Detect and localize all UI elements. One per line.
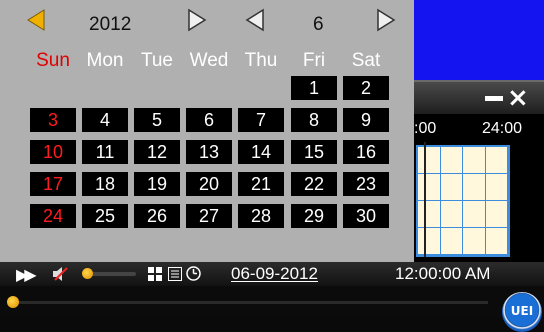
- grid-cell[interactable]: [440, 228, 463, 255]
- year-value: 2012: [89, 14, 132, 35]
- time-cursor-line: [424, 142, 426, 257]
- grid-cell[interactable]: [463, 147, 486, 174]
- grid-cell[interactable]: [485, 201, 508, 228]
- status-bar: ▶▶ 06-09-2012 12:00:00 AM: [0, 262, 544, 286]
- playback-track[interactable]: [8, 301, 488, 304]
- day-cell[interactable]: 24: [30, 204, 76, 228]
- weekday-wed: Wed: [189, 50, 229, 71]
- day-cell[interactable]: 6: [186, 108, 232, 132]
- logo-icon: UEI: [502, 292, 542, 332]
- day-cell[interactable]: 30: [343, 204, 389, 228]
- background-blue-panel: [414, 0, 544, 80]
- weekday-tue: Tue: [140, 50, 174, 71]
- day-cell[interactable]: 3: [30, 108, 76, 132]
- volume-knob[interactable]: [82, 268, 93, 279]
- month-prev-icon[interactable]: [245, 8, 265, 32]
- day-cell[interactable]: 23: [343, 172, 389, 196]
- list-icon[interactable]: [168, 267, 182, 281]
- grid-cell[interactable]: [418, 147, 441, 174]
- day-cell[interactable]: 7: [238, 108, 284, 132]
- weekday-thu: Thu: [244, 50, 278, 71]
- year-prev-icon[interactable]: [26, 8, 46, 32]
- grid-cell[interactable]: [485, 147, 508, 174]
- day-cell[interactable]: 22: [291, 172, 337, 196]
- day-cell[interactable]: 27: [186, 204, 232, 228]
- weekday-fri: Fri: [302, 50, 326, 71]
- logo-text: UEI: [510, 304, 534, 318]
- day-cell[interactable]: 12: [134, 140, 180, 164]
- grid-cell[interactable]: [440, 201, 463, 228]
- day-cell[interactable]: 16: [343, 140, 389, 164]
- mute-icon[interactable]: [52, 267, 68, 281]
- day-cell[interactable]: 14: [238, 140, 284, 164]
- background-schedule-window: × :00 24:00: [414, 80, 544, 262]
- calendar-popup: 2012 6 Sun Mon Tue Wed Thu Fri Sat 1 2 3 4 5 6 7 8 9 10…: [0, 0, 414, 262]
- day-cell[interactable]: 4: [82, 108, 128, 132]
- window-titlebar: ×: [414, 82, 544, 114]
- grid-cell[interactable]: [485, 174, 508, 201]
- grid-cell[interactable]: [440, 174, 463, 201]
- status-time: 12:00:00 AM: [395, 264, 491, 283]
- day-cell[interactable]: 28: [238, 204, 284, 228]
- status-date[interactable]: 06-09-2012: [231, 262, 318, 286]
- time-axis-end: 24:00: [482, 120, 523, 137]
- weekday-sat: Sat: [351, 50, 381, 71]
- grid-cell[interactable]: [463, 174, 486, 201]
- grid-cell[interactable]: [440, 147, 463, 174]
- fast-forward-icon[interactable]: ▶▶: [16, 265, 37, 285]
- window-layout-icon[interactable]: [148, 267, 162, 281]
- day-cell[interactable]: 15: [291, 140, 337, 164]
- grid-cell[interactable]: [418, 201, 441, 228]
- day-cell[interactable]: 2: [343, 76, 389, 100]
- grid-cell[interactable]: [418, 228, 441, 255]
- day-cell[interactable]: 10: [30, 140, 76, 164]
- progress-knob-icon[interactable]: [7, 296, 19, 308]
- day-cell[interactable]: 20: [186, 172, 232, 196]
- close-icon[interactable]: ×: [507, 82, 529, 114]
- day-cell[interactable]: 26: [134, 204, 180, 228]
- day-cell[interactable]: 19: [134, 172, 180, 196]
- month-value: 6: [313, 14, 324, 35]
- day-cell[interactable]: 18: [82, 172, 128, 196]
- weekday-sun: Sun: [36, 50, 70, 71]
- day-cell[interactable]: 9: [343, 108, 389, 132]
- day-cell[interactable]: 17: [30, 172, 76, 196]
- day-cell[interactable]: 25: [82, 204, 128, 228]
- day-cell[interactable]: 1: [291, 76, 337, 100]
- month-next-icon[interactable]: [376, 8, 396, 32]
- clock-icon[interactable]: [186, 266, 201, 281]
- time-axis-start: :00: [414, 120, 437, 137]
- day-cell[interactable]: 5: [134, 108, 180, 132]
- grid-cell[interactable]: [485, 228, 508, 255]
- year-next-icon[interactable]: [187, 8, 207, 32]
- grid-cell[interactable]: [418, 174, 441, 201]
- day-cell[interactable]: 29: [291, 204, 337, 228]
- day-cell[interactable]: 8: [291, 108, 337, 132]
- minimize-icon[interactable]: [485, 96, 503, 101]
- schedule-grid[interactable]: [416, 145, 510, 257]
- grid-cell[interactable]: [463, 228, 486, 255]
- day-cell[interactable]: 13: [186, 140, 232, 164]
- grid-cell[interactable]: [463, 201, 486, 228]
- day-cell[interactable]: 11: [82, 140, 128, 164]
- day-cell[interactable]: 21: [238, 172, 284, 196]
- playback-bar: [0, 286, 544, 317]
- weekday-mon: Mon: [86, 50, 124, 71]
